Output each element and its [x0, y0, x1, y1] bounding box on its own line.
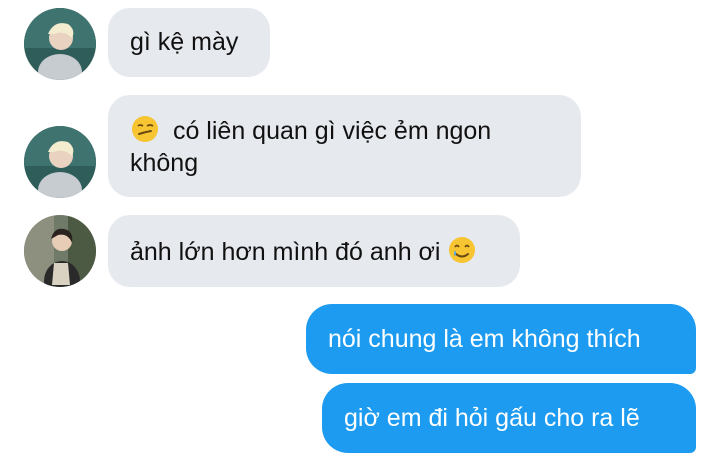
message-bubble-2[interactable]: có liên quan gì việc ẻm ngon không — [108, 95, 581, 197]
message-bubble-5[interactable]: giờ em đi hỏi gấu cho ra lẽ — [322, 383, 696, 453]
message-text-2-line2: không — [130, 149, 199, 177]
message-text-4: nói chung là em không thích — [328, 325, 641, 353]
avatar-contact-a[interactable] — [24, 8, 96, 80]
message-text-5: giờ em đi hỏi gấu cho ra lẽ — [344, 404, 640, 432]
smiling-face-with-tear-emoji — [447, 235, 477, 265]
message-text-3: ảnh lớn hơn mình đó anh ơi — [130, 238, 441, 266]
message-bubble-4[interactable]: nói chung là em không thích — [306, 304, 696, 374]
message-bubble-3[interactable]: ảnh lớn hơn mình đó anh ơi — [108, 215, 520, 287]
smirking-face-emoji — [130, 114, 160, 144]
message-bubble-1[interactable]: gì kệ mày — [108, 8, 270, 77]
message-text-1: gì kệ mày — [130, 28, 239, 56]
avatar-contact-b[interactable] — [24, 215, 96, 287]
message-text-2-line1: có liên quan gì việc ẻm ngon — [172, 117, 492, 145]
avatar-contact-a[interactable] — [24, 126, 96, 198]
